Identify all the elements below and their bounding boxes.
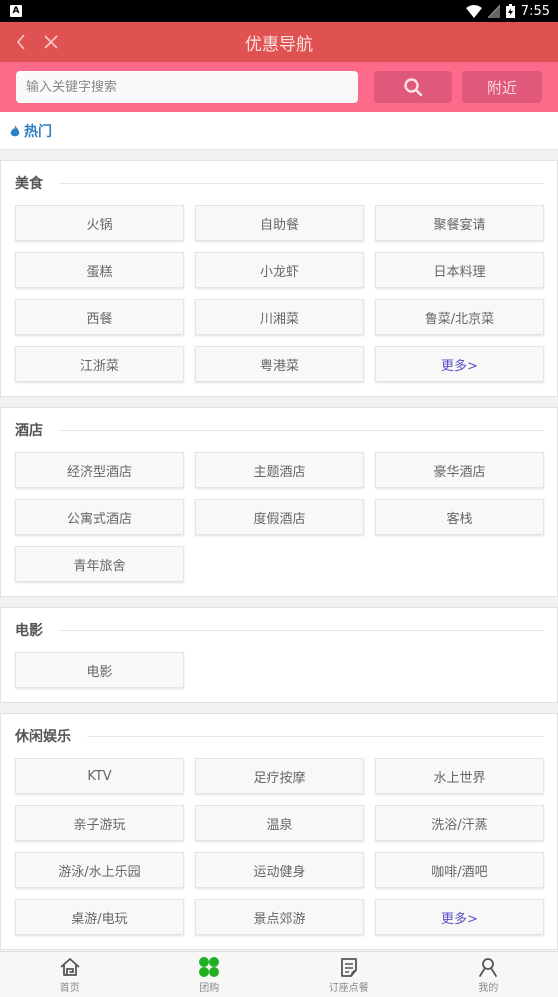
flame-icon (10, 124, 20, 136)
category-button[interactable]: 电影 (15, 652, 184, 688)
status-time: 7:55 (520, 3, 550, 19)
close-button[interactable] (36, 22, 66, 62)
tab-mine[interactable]: 我的 (419, 952, 558, 997)
order-list-icon (340, 957, 357, 977)
section-title: 酒店 (15, 423, 43, 439)
section-header: 美食 (15, 161, 543, 205)
hot-label: 热门 (24, 123, 52, 140)
category-button[interactable]: 运动健身 (195, 852, 364, 888)
category-button[interactable]: 经济型酒店 (15, 452, 184, 488)
category-button[interactable]: 游泳/水上乐园 (15, 852, 184, 888)
section-header: 电影 (15, 608, 543, 652)
category-button[interactable]: 川湘菜 (195, 299, 364, 335)
bottom-tab-bar: 首页 团购 订座点餐 我的 (0, 951, 558, 997)
section-divider (59, 182, 543, 184)
search-button[interactable] (374, 71, 452, 103)
section-title: 休闲娱乐 (15, 729, 71, 745)
category-button[interactable]: 西餐 (15, 299, 184, 335)
category-button[interactable]: 主题酒店 (195, 452, 364, 488)
category-button[interactable]: 亲子游玩 (15, 805, 184, 841)
category-button[interactable]: 蛋糕 (15, 252, 184, 288)
category-sections: 美食 火锅 自助餐 聚餐宴请 蛋糕 小龙虾 日本料理 西餐 川湘菜 鲁菜/北京菜 江浙菜 粤港菜 更多>… (0, 160, 558, 950)
category-button[interactable]: 聚餐宴请 (375, 205, 544, 241)
wifi-icon (465, 4, 482, 18)
section-divider (59, 629, 543, 631)
hot-header[interactable]: 热门 (0, 112, 558, 150)
back-button[interactable] (6, 22, 36, 62)
category-button[interactable]: 粤港菜 (195, 346, 364, 382)
section-title: 美食 (15, 176, 43, 192)
category-button[interactable]: 江浙菜 (15, 346, 184, 382)
category-button[interactable]: 桌游/电玩 (15, 899, 184, 935)
category-button[interactable]: 足疗按摩 (195, 758, 364, 794)
category-button[interactable]: 景点郊游 (195, 899, 364, 935)
user-icon (479, 957, 498, 977)
section-divider (59, 429, 543, 431)
category-button[interactable]: 温泉 (195, 805, 364, 841)
status-bar: A 7:55 (0, 0, 558, 22)
category-button[interactable]: 豪华酒店 (375, 452, 544, 488)
category-button[interactable]: 鲁菜/北京菜 (375, 299, 544, 335)
home-icon (60, 957, 80, 976)
category-section: 酒店经济型酒店 主题酒店 豪华酒店公寓式酒店 度假酒店 客栈青年旅舍 (0, 407, 558, 597)
search-icon (404, 78, 423, 97)
section-divider (87, 735, 543, 737)
tab-reserve-order[interactable]: 订座点餐 (279, 952, 419, 997)
grid-clover-icon (199, 956, 220, 977)
category-section: 休闲娱乐 KTV 足疗按摩 水上世界亲子游玩 温泉 洗浴/汗蒸游泳/水上乐园 运动健身 咖啡/… (0, 713, 558, 950)
more-button[interactable]: 更多> (375, 346, 544, 382)
tab-group-buy[interactable]: 团购 (140, 952, 280, 997)
category-button[interactable]: 日本料理 (375, 252, 544, 288)
section-header: 休闲娱乐 (15, 714, 543, 758)
category-button[interactable]: 公寓式酒店 (15, 499, 184, 535)
category-button[interactable]: 咖啡/酒吧 (375, 852, 544, 888)
more-button[interactable]: 更多> (375, 899, 544, 935)
category-button[interactable]: 度假酒店 (195, 499, 364, 535)
close-icon (44, 35, 58, 49)
category-button[interactable]: 自助餐 (195, 205, 364, 241)
category-button[interactable]: KTV (15, 758, 184, 794)
category-button[interactable]: 青年旅舍 (15, 546, 184, 582)
search-input[interactable] (16, 71, 358, 103)
tab-home-label: 首页 (59, 982, 80, 994)
category-button[interactable]: 客栈 (375, 499, 544, 535)
category-grid: KTV 足疗按摩 水上世界亲子游玩 温泉 洗浴/汗蒸游泳/水上乐园 运动健身 咖啡/酒吧桌游… (15, 758, 544, 935)
battery-charging-icon (505, 4, 515, 18)
section-title: 电影 (15, 623, 43, 639)
category-grid: 电影 (15, 652, 543, 688)
category-button[interactable]: 火锅 (15, 205, 184, 241)
no-sim-icon (487, 4, 500, 18)
tab-home[interactable]: 首页 (0, 952, 140, 997)
back-chevron-icon (16, 34, 25, 50)
title-bar: 优惠导航 (0, 22, 558, 62)
category-button[interactable]: 洗浴/汗蒸 (375, 805, 544, 841)
category-grid: 火锅 自助餐 聚餐宴请蛋糕 小龙虾 日本料理西餐 川湘菜 鲁菜/北京菜江浙菜 粤港菜 更多> (15, 205, 544, 382)
category-section: 美食火锅 自助餐 聚餐宴请蛋糕 小龙虾 日本料理西餐 川湘菜 鲁菜/北京菜江浙菜 粤港菜 更多> (0, 160, 558, 397)
notification-a-icon: A (10, 5, 22, 17)
tab-mine-label: 我的 (478, 982, 499, 994)
section-header: 酒店 (15, 408, 543, 452)
category-button[interactable]: 水上世界 (375, 758, 544, 794)
page-title: 优惠导航 (245, 34, 313, 55)
tab-reserve-order-label: 订座点餐 (328, 982, 369, 994)
category-section: 电影 电影 (0, 607, 558, 703)
category-grid: 经济型酒店 主题酒店 豪华酒店公寓式酒店 度假酒店 客栈青年旅舍 (15, 452, 544, 582)
nearby-button[interactable]: 附近 (462, 71, 542, 103)
tab-group-buy-label: 团购 (199, 982, 220, 994)
category-button[interactable]: 小龙虾 (195, 252, 364, 288)
search-bar: 附近 (0, 62, 558, 112)
